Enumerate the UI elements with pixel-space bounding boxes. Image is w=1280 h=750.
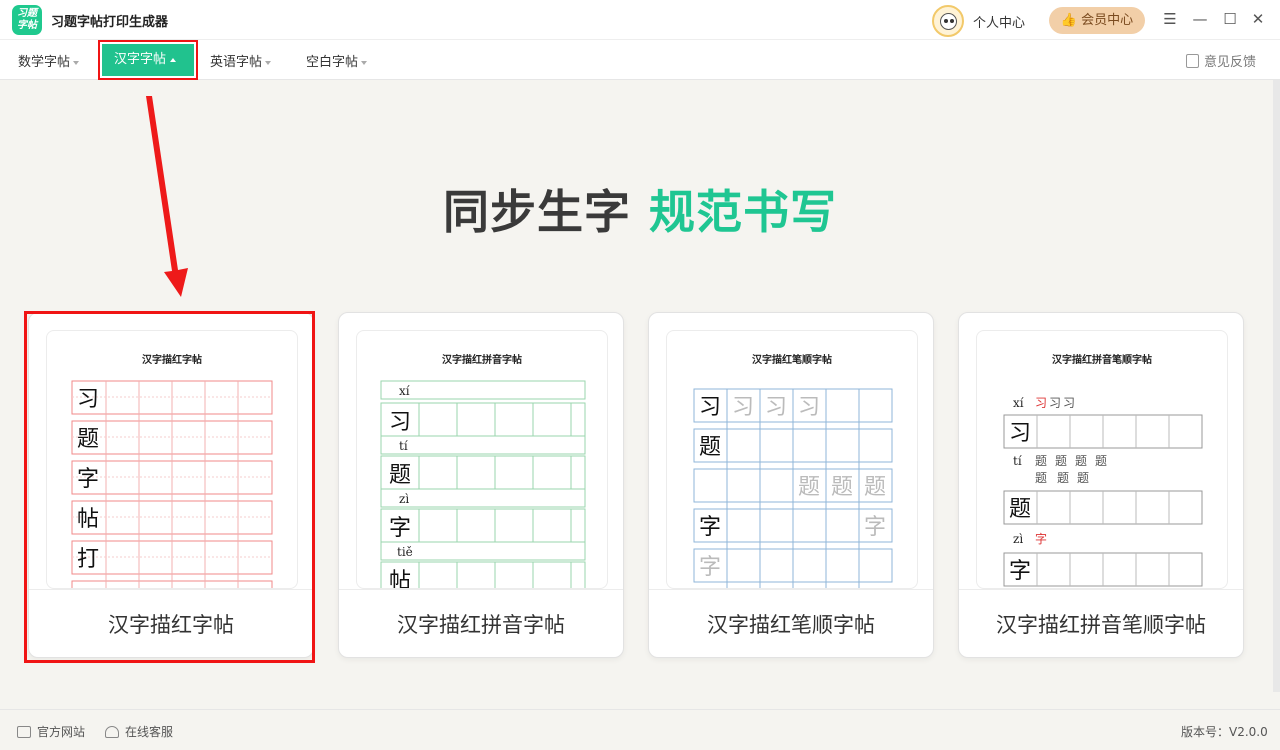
close-icon[interactable]: ✕ (1249, 10, 1267, 28)
menu-chinese-active-tab[interactable]: 汉字字帖 (102, 44, 194, 76)
trace-char: 题 (831, 475, 853, 500)
menu-icon[interactable]: ☰ (1161, 10, 1179, 28)
stroke-order: 题 (1077, 471, 1089, 485)
trace-char: 习 (732, 395, 754, 420)
stroke-order: 题 (1055, 454, 1067, 468)
official-site-link[interactable]: 官方网站 (17, 723, 85, 740)
official-site-label: 官方网站 (37, 725, 86, 739)
char-tie: 帖 (389, 569, 411, 589)
char-ti: 题 (699, 435, 721, 460)
pinyin-xi: xí (399, 384, 410, 398)
chevron-up-icon (170, 57, 177, 62)
stroke-order: 题 (1095, 454, 1107, 468)
stroke-order: 题 (1075, 454, 1087, 468)
status-bar: 官方网站 在线客服 版本号：V2.0.0 (0, 709, 1280, 750)
title-bar: 习题 字帖 习题字帖打印生成器 个人中心 👍 会员中心 ☰ — ☐ ✕ (0, 0, 1280, 40)
card-label: 汉字描红笔顺字帖 (707, 613, 875, 637)
menu-bar: 数学字帖 汉字字帖 英语字帖 空白字帖 意见反馈 (0, 40, 1280, 80)
pinyin-zi: zì (1013, 532, 1023, 546)
user-center-link[interactable]: 个人中心 (973, 12, 1025, 31)
headset-icon (105, 726, 119, 738)
maximize-icon[interactable]: ☐ (1221, 10, 1239, 28)
trace-char: 题 (864, 475, 886, 500)
headline: 同步生字 规范书写 (0, 176, 1280, 242)
chevron-down-icon (265, 60, 272, 65)
card-tracing-pinyin-stroke-copybook[interactable]: 汉字描红拼音笔顺字帖 xí tí zì 习 字 习 习 题 题 题 题 题 题 … (958, 312, 1244, 658)
online-service-link[interactable]: 在线客服 (105, 723, 173, 740)
feedback-icon (1186, 54, 1199, 68)
chevron-down-icon (361, 60, 368, 65)
online-service-label: 在线客服 (125, 725, 174, 739)
menu-math-copybook[interactable]: 数学字帖 (18, 51, 80, 70)
stroke-order: 题 (1057, 471, 1069, 485)
feedback-link[interactable]: 意见反馈 (1186, 51, 1256, 70)
monitor-icon (17, 726, 31, 738)
trace-char: 题 (798, 475, 820, 500)
panda-face-icon (940, 13, 957, 30)
selection-highlight (24, 311, 315, 663)
char-xi: 习 (389, 410, 411, 435)
stroke-order: 习 (1035, 396, 1047, 410)
char-zi: 字 (1009, 559, 1031, 584)
stroke-order: 题 (1035, 471, 1047, 485)
char-zi: 字 (389, 516, 411, 541)
pinyin-zi: zì (399, 492, 409, 506)
stroke-order: 题 (1035, 454, 1047, 468)
pinyin-xi: xí (1013, 396, 1024, 410)
menu-english-copybook[interactable]: 英语字帖 (210, 51, 272, 70)
pinyin-tie: tiě (397, 545, 413, 559)
card-divider (959, 589, 1243, 590)
card-tracing-stroke-copybook[interactable]: 汉字描红笔顺字帖 习 题 字 习 习 习 题 题 题 字 字 汉字描红笔顺字帖 (648, 312, 934, 658)
char-xi: 习 (1009, 421, 1031, 446)
char-ti: 题 (389, 463, 411, 488)
pinyin-ti: tí (1013, 454, 1022, 468)
app-logo-icon: 习题 字帖 (12, 5, 42, 35)
vip-center-label: 会员中心 (1081, 13, 1134, 28)
chevron-down-icon (73, 60, 80, 65)
scrollbar[interactable] (1273, 80, 1280, 692)
app-title: 习题字帖打印生成器 (51, 15, 169, 30)
thumbs-up-icon: 👍 (1060, 13, 1078, 28)
card-divider (339, 589, 623, 590)
feedback-label: 意见反馈 (1204, 55, 1257, 70)
headline-part2: 规范书写 (649, 185, 837, 239)
card-preview: 汉字描红拼音笔顺字帖 xí tí zì 习 字 习 习 题 题 题 题 题 题 … (976, 330, 1228, 589)
stroke-order: 习 (1063, 396, 1075, 410)
stroke-order: 习 (1049, 396, 1061, 410)
stroke-order: 字 (1035, 531, 1047, 546)
pinyin-ti: tí (399, 439, 408, 453)
card-divider (649, 589, 933, 590)
card-preview: 汉字描红拼音字帖 xí tí zì tiě 习 题 字 帖 (356, 330, 608, 589)
version-label: 版本号：V2.0.0 (1181, 725, 1268, 739)
char-xi: 习 (699, 395, 721, 420)
trace-char: 习 (798, 395, 820, 420)
trace-char: 习 (765, 395, 787, 420)
pinyin-stroke-grid: xí tí zì 习 字 习 习 题 题 题 题 题 题 题 习 题 字 (1003, 396, 1203, 587)
char-zi: 字 (699, 515, 721, 540)
trace-char: 字 (699, 555, 721, 580)
card-label: 汉字描红拼音笔顺字帖 (996, 613, 1206, 637)
menu-blank-label: 空白字帖 (306, 55, 359, 70)
card-tracing-pinyin-copybook[interactable]: 汉字描红拼音字帖 xí tí zì tiě 习 题 字 帖 汉字描红拼音字帖 (338, 312, 624, 658)
menu-chinese-label: 汉字字帖 (114, 52, 167, 67)
vip-center-button[interactable]: 👍 会员中心 (1049, 7, 1145, 34)
menu-chinese-copybook[interactable]: 汉字字帖 (98, 40, 198, 80)
trace-char: 字 (864, 515, 886, 540)
menu-math-label: 数学字帖 (18, 55, 71, 70)
pinyin-grid: xí tí zì tiě 习 题 字 帖 (380, 380, 586, 589)
char-ti: 题 (1009, 497, 1031, 522)
user-avatar[interactable] (932, 5, 964, 37)
menu-blank-copybook[interactable]: 空白字帖 (306, 51, 368, 70)
stroke-grid: 习 题 字 习 习 习 题 题 题 字 字 (693, 388, 893, 588)
menu-english-label: 英语字帖 (210, 55, 263, 70)
minimize-icon[interactable]: — (1191, 10, 1209, 28)
card-preview: 汉字描红笔顺字帖 习 题 字 习 习 习 题 题 题 字 字 (666, 330, 918, 589)
card-label: 汉字描红拼音字帖 (397, 613, 565, 637)
headline-part1: 同步生字 (443, 185, 631, 239)
